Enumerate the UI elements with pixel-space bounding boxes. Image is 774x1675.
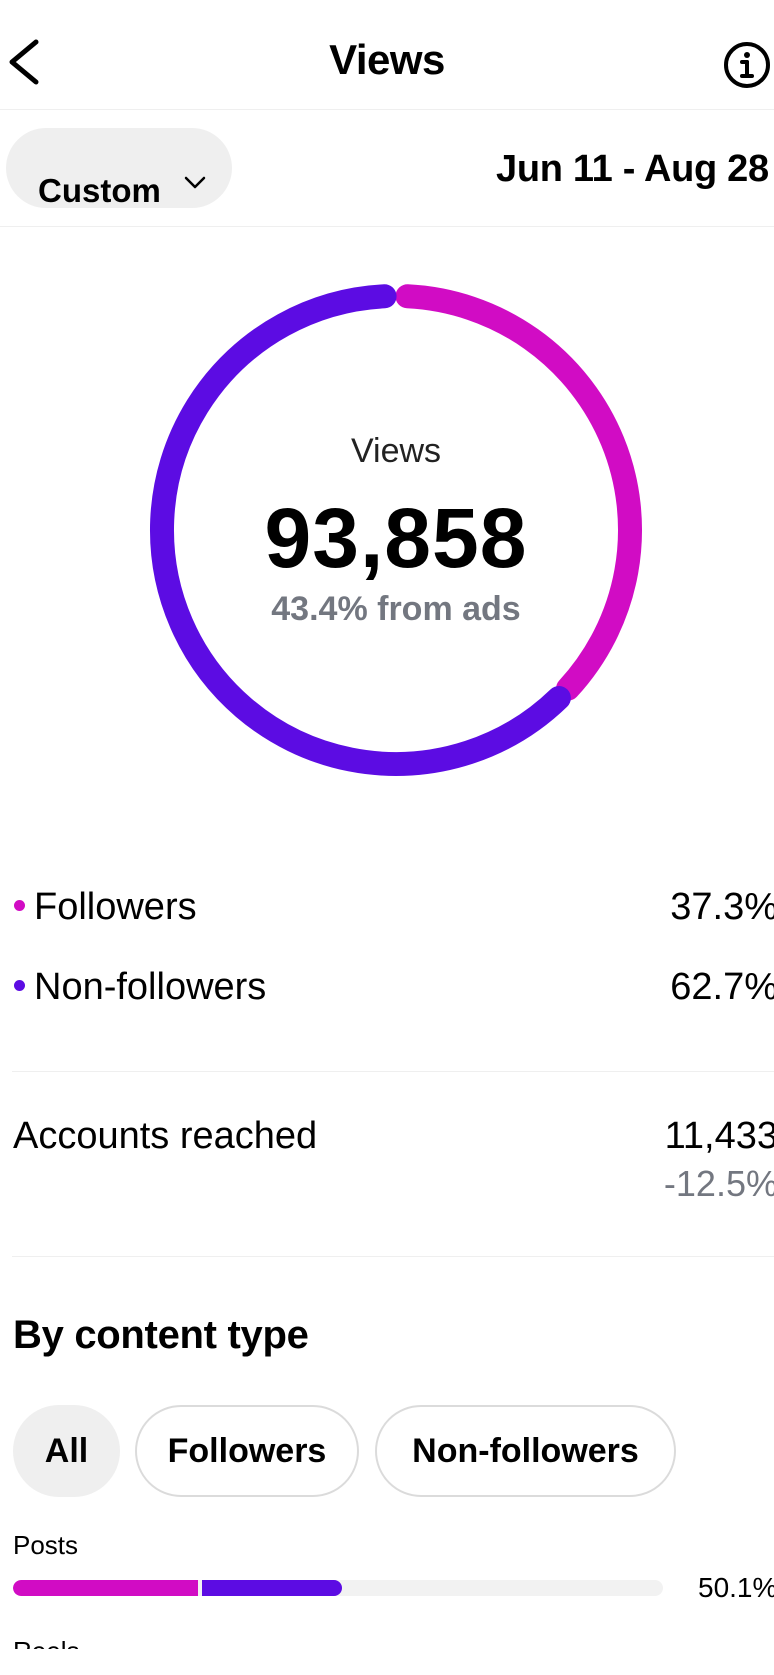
divider (12, 1071, 774, 1072)
info-icon (722, 42, 772, 94)
total-label: Views (350, 432, 442, 470)
chip-followers[interactable]: Followers (135, 1405, 359, 1497)
date-filter-row: Custom Jun 11 - Aug 28 (0, 110, 774, 227)
chip-all[interactable]: All (13, 1405, 120, 1497)
posts-label: Posts (13, 1530, 79, 1560)
period-dropdown[interactable]: Custom (6, 128, 232, 208)
reels-label: Reels (13, 1636, 79, 1649)
legend-value: 62.7% (670, 966, 774, 1008)
posts-bar (13, 1580, 663, 1596)
views-insights-screen: Views Custom Jun 11 - Aug 28 Views 93,85… (0, 0, 774, 1675)
posts-value: 50.1% (698, 1572, 774, 1603)
ads-share: 43.4% from ads (271, 590, 521, 628)
accounts-reached-label: Accounts reached (13, 1115, 318, 1157)
legend-row-followers: Followers 37.3% (0, 880, 774, 930)
divider (12, 1256, 774, 1257)
chevron-down-icon (184, 176, 206, 190)
donut-center: Views 93,858 43.4% from ads (138, 272, 654, 788)
section-title: By content type (13, 1313, 309, 1357)
accounts-reached-value: 11,433 (664, 1115, 774, 1157)
page-title: Views (329, 36, 445, 83)
info-button[interactable] (722, 40, 772, 90)
accounts-reached-change: -12.5% (663, 1163, 774, 1204)
legend-label: Non-followers (34, 966, 267, 1008)
followers-dot (14, 900, 25, 911)
total-views: 93,858 (264, 491, 528, 585)
period-label: Custom (38, 172, 161, 208)
legend-row-nonfollowers: Non-followers 62.7% (0, 960, 774, 1010)
date-range[interactable]: Jun 11 - Aug 28 (496, 148, 769, 191)
top-bar: Views (0, 0, 774, 110)
legend-value: 37.3% (670, 886, 774, 928)
chip-nonfollowers[interactable]: Non-followers (375, 1405, 676, 1497)
nonfollowers-dot (14, 980, 25, 991)
legend-label: Followers (34, 886, 197, 928)
posts-bar-nonfollowers (202, 1580, 342, 1596)
posts-bar-followers (13, 1580, 198, 1596)
